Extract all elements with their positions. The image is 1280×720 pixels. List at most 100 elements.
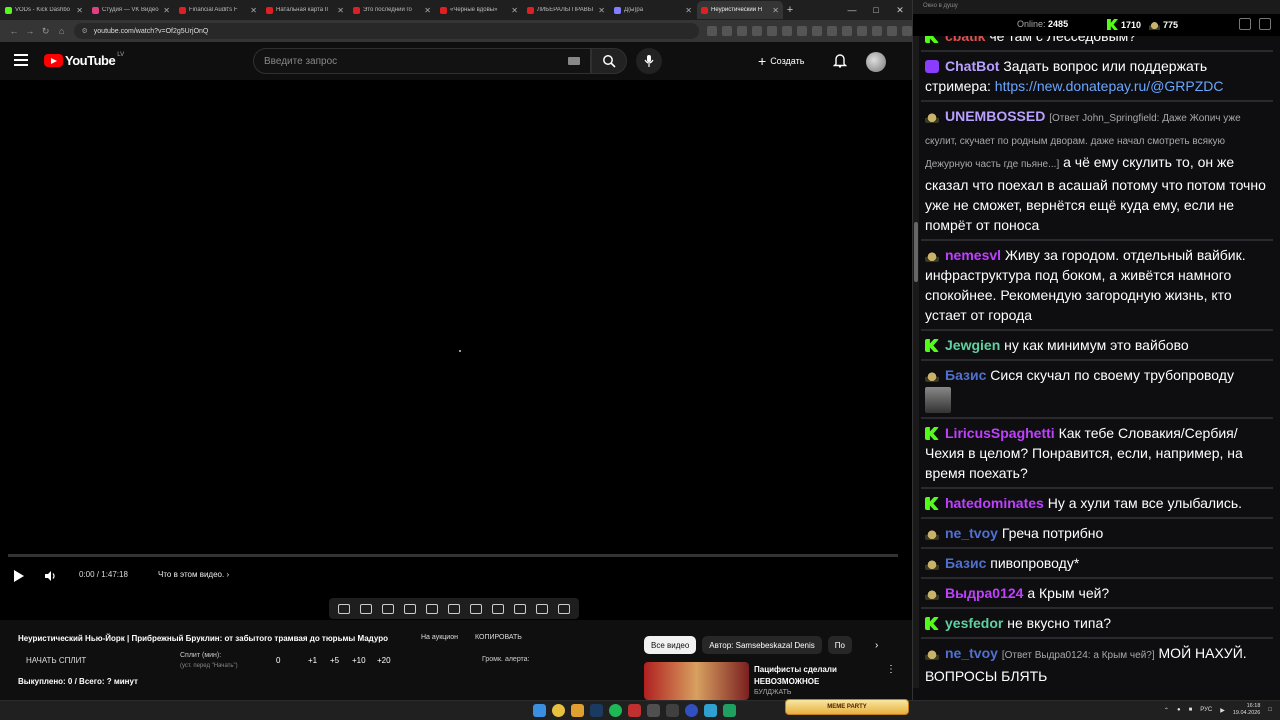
gear-icon[interactable] (558, 603, 570, 614)
search-input[interactable]: Введите запрос (253, 48, 591, 74)
youtube-logo[interactable]: YouTube LV (44, 52, 124, 68)
increment-button[interactable]: +1 (308, 656, 317, 665)
extension-icon[interactable] (751, 26, 762, 36)
media-player-icon[interactable] (685, 704, 698, 717)
chat-username[interactable]: Jewgien (945, 337, 1000, 353)
tab-close-icon[interactable]: ✕ (685, 6, 692, 15)
forward-icon[interactable]: → (22, 26, 38, 36)
speedometer-icon[interactable] (470, 603, 482, 614)
voice-search-button[interactable] (636, 48, 662, 74)
extension-icon[interactable] (811, 26, 822, 36)
watch-icon[interactable] (382, 603, 394, 614)
app-icon[interactable] (647, 704, 660, 717)
chat-username[interactable]: Выдра0124 (945, 585, 1023, 601)
reload-icon[interactable]: ↻ (38, 26, 54, 37)
chevron-right-icon[interactable]: › (875, 640, 878, 651)
recommendation-title[interactable]: Пацифисты сделали НЕВОЗМОЖНОЕ (754, 664, 874, 688)
chat-username[interactable]: Базис (945, 367, 986, 383)
chat-scrollbar[interactable] (913, 36, 919, 688)
chevron-up-icon[interactable]: ⌃ (1164, 707, 1169, 714)
tab-close-icon[interactable]: ✕ (511, 6, 518, 15)
create-button[interactable]: + Создать (758, 51, 804, 71)
more-vertical-icon[interactable]: ⋮ (886, 664, 896, 675)
maximize-icon[interactable]: □ (864, 5, 888, 15)
chat-username[interactable]: ChatBot (945, 58, 999, 74)
chip-more[interactable]: По (827, 636, 852, 654)
chat-username[interactable]: yesfedor (945, 615, 1003, 631)
app-icon[interactable] (628, 704, 641, 717)
extension-icon[interactable] (901, 26, 912, 36)
meme-party-widget[interactable]: MEME PARTY (785, 699, 909, 715)
microphone-icon[interactable]: ● (1177, 707, 1181, 713)
tab-close-icon[interactable]: ✕ (772, 6, 779, 15)
keyboard-icon[interactable] (568, 57, 580, 65)
extension-icon[interactable] (721, 26, 732, 36)
steam-icon[interactable] (590, 704, 603, 717)
clock[interactable]: 16:18 19.04.2026 (1233, 703, 1261, 717)
video-player[interactable]: 0:00 / 1:47:18 Что в этом видео. › (0, 80, 912, 595)
minimize-icon[interactable]: — (840, 5, 864, 15)
loop-icon[interactable] (338, 603, 350, 614)
clapperboard-icon[interactable] (404, 603, 416, 614)
chat-username[interactable]: cbatik (945, 36, 985, 44)
tab-close-icon[interactable]: ✕ (163, 6, 170, 15)
search-button[interactable] (591, 48, 627, 74)
browser-tab[interactable]: «Черные вдовы» ✕ (436, 1, 522, 19)
recommendation-channel[interactable]: БУЛДЖАТЬ (754, 689, 791, 696)
tab-close-icon[interactable]: ✕ (424, 6, 431, 15)
increment-button[interactable]: +20 (377, 656, 391, 665)
extension-icon[interactable] (871, 26, 882, 36)
app-icon[interactable] (666, 704, 679, 717)
speaker-icon[interactable]: ▶ (1220, 707, 1225, 714)
network-icon[interactable]: ■ (1189, 707, 1193, 713)
browser-tab[interactable]: Д(ы)ра ✕ (610, 1, 696, 19)
menu-icon[interactable] (14, 54, 28, 66)
extension-icon[interactable] (706, 26, 717, 36)
avatar[interactable] (866, 52, 886, 72)
scrollbar-thumb[interactable] (914, 222, 918, 282)
broadcast-icon[interactable] (360, 603, 372, 614)
extension-icon[interactable] (826, 26, 837, 36)
browser-tab[interactable]: Financial Audit's F ✕ (175, 1, 261, 19)
new-tab-button[interactable]: + (783, 4, 797, 16)
extension-icon[interactable] (766, 26, 777, 36)
browser-tab[interactable]: Натальная карта II ✕ (262, 1, 348, 19)
progress-bar[interactable] (8, 554, 898, 557)
extension-icon[interactable] (856, 26, 867, 36)
extension-icon[interactable] (781, 26, 792, 36)
extension-icon[interactable] (736, 26, 747, 36)
site-info-icon[interactable]: ⚙ (82, 27, 88, 35)
picture-in-picture-icon[interactable] (426, 603, 438, 614)
browser-tab[interactable]: VODs - Kick Dashbo ✕ (1, 1, 87, 19)
home-icon[interactable]: ⌂ (54, 26, 70, 36)
start-split-button[interactable]: НАЧАТЬ СПЛИТ (26, 656, 86, 665)
chat-username[interactable]: UNEMBOSSED (945, 108, 1045, 124)
notifications-button[interactable] (832, 53, 848, 73)
chat-username[interactable]: LiricusSpaghetti (945, 425, 1055, 441)
chip-all-videos[interactable]: Все видео (644, 636, 697, 654)
spotify-icon[interactable] (609, 704, 622, 717)
browser-tab[interactable]: ЛИБЕРАЛЫ ПРАВЫ ✕ (523, 1, 609, 19)
settings-icon[interactable] (1239, 18, 1251, 30)
chip-author[interactable]: Автор: Samsebeskazal Denis (702, 636, 822, 654)
extension-icon[interactable] (796, 26, 807, 36)
camera-icon[interactable] (514, 603, 526, 614)
close-icon[interactable]: ✕ (888, 5, 912, 16)
language-indicator[interactable]: РУС (1200, 707, 1212, 713)
chrome-icon[interactable] (552, 704, 565, 717)
browser-tab[interactable]: Это последний го ✕ (349, 1, 435, 19)
play-icon[interactable] (14, 570, 24, 582)
tab-close-icon[interactable]: ✕ (76, 6, 83, 15)
app-icon[interactable] (723, 704, 736, 717)
url-field[interactable]: ⚙ youtube.com/watch?v=Of2g5UrjOnQ (73, 23, 699, 39)
folder-icon[interactable] (571, 704, 584, 717)
chat-username[interactable]: hatedominates (945, 495, 1044, 511)
volume-icon[interactable] (44, 570, 56, 582)
auction-button[interactable]: На аукцион (421, 634, 458, 641)
tab-close-icon[interactable]: ✕ (598, 6, 605, 15)
extension-icon[interactable] (841, 26, 852, 36)
chat-username[interactable]: nemesvl (945, 247, 1001, 263)
expand-icon[interactable] (1259, 18, 1271, 30)
browser-tab[interactable]: Неуристический Н ✕ (697, 1, 783, 19)
chat-link[interactable]: https://new.donatepay.ru/@GRPZDC (995, 78, 1224, 94)
